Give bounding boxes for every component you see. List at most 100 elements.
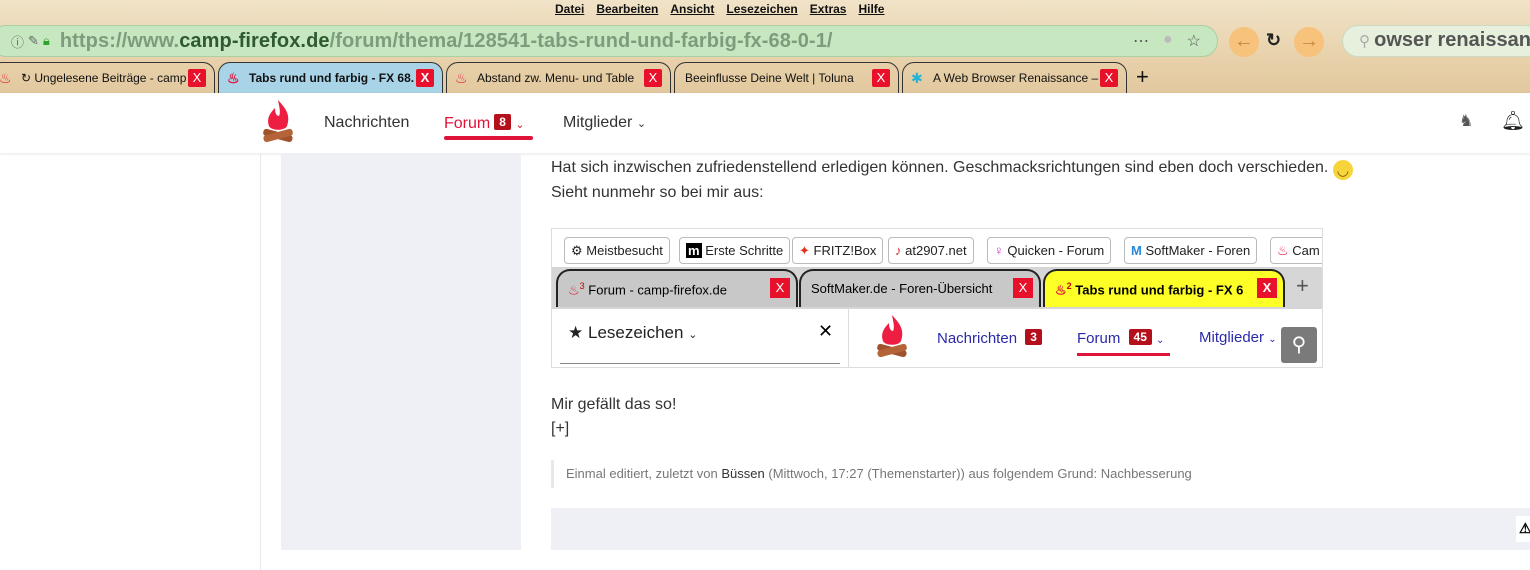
bell-icon[interactable]: 🔔︎	[1501, 109, 1525, 133]
close-tab-icon[interactable]: X	[188, 69, 206, 87]
menu-ansicht[interactable]: Ansicht	[670, 2, 714, 16]
bookmark-erste-schritte: m Erste Schritte	[679, 237, 791, 264]
menu-bar: Datei Bearbeiten Ansicht Lesezeichen Ext…	[555, 2, 884, 16]
inner-active-indicator	[1077, 353, 1170, 356]
inner-nav-label: Nachrichten	[937, 330, 1018, 347]
nav-mitglieder-label: Mitglieder	[563, 114, 633, 131]
edit-user-link[interactable]: Büssen	[721, 466, 764, 481]
search-input[interactable]: ⚲ owser renaissan	[1342, 25, 1530, 57]
camp-firefox-logo-icon[interactable]	[261, 98, 295, 146]
url-domain: camp-firefox.de	[179, 29, 330, 52]
edit-note: Einmal editiert, zuletzt von Büssen (Mit…	[551, 460, 1192, 488]
camp-firefox-logo-icon	[877, 315, 907, 358]
menu-extras[interactable]: Extras	[810, 2, 847, 16]
bookmark-label: Quicken - Forum	[1007, 243, 1105, 258]
nav-forum-label: Forum	[444, 115, 491, 132]
user-avatar-icon[interactable]: ♞	[1459, 111, 1473, 131]
close-tab-icon[interactable]: X	[416, 69, 434, 87]
inner-tab-label: Forum - camp-firefox.de	[588, 282, 727, 298]
close-tab-icon: X	[770, 278, 790, 298]
tab-web-browser-renaissance[interactable]: ✱ A Web Browser Renaissance – X	[902, 62, 1127, 93]
close-tab-icon: X	[1257, 278, 1277, 298]
tab-badge: 3	[579, 281, 585, 291]
site-header: Nachrichten Forum 8 ⌄ Mitglieder ⌄ ♞ 🔔︎	[0, 93, 1530, 153]
tab-strip: ♨ ↻ Ungelesene Beiträge - camp X ♨ Tabs run…	[0, 62, 1530, 93]
puzzle-favicon-icon: ✱	[911, 70, 923, 86]
sidebar-divider	[260, 153, 261, 570]
page-actions-icon[interactable]: ⋯	[1133, 31, 1149, 51]
edit-note-prefix: Einmal editiert, zuletzt von	[566, 466, 718, 481]
inner-tab-strip: ♨3 Forum - camp-firefox.de X SoftMaker.de…	[552, 267, 1322, 309]
sidebar-title-text: Lesezeichen	[587, 323, 684, 342]
close-tab-icon[interactable]: X	[872, 69, 890, 87]
forward-button[interactable]: →	[1294, 27, 1324, 57]
inner-tab-softmaker: SoftMaker.de - Foren-Übersicht X	[799, 269, 1041, 307]
chevron-down-icon: ⌄	[1268, 334, 1277, 345]
report-icon[interactable]: ⚠	[1516, 516, 1530, 542]
bookmark-star-icon[interactable]: ☆	[1187, 31, 1201, 51]
permissions-icon[interactable]: ✎	[28, 33, 39, 49]
camp-firefox-favicon-icon: ♨	[1277, 243, 1289, 258]
menu-hilfe[interactable]: Hilfe	[858, 2, 884, 16]
inner-badge: 3	[1025, 329, 1042, 345]
close-tab-icon: X	[1013, 278, 1033, 298]
expand-toggle[interactable]: [+]	[551, 420, 569, 438]
url-prefix: https://www.	[59, 29, 180, 52]
smiley-icon: ◡	[1332, 160, 1353, 180]
search-icon: ⚲	[1359, 33, 1375, 50]
post-line-1: Hat sich inzwischen zufriedenstellend er…	[551, 159, 1353, 180]
search-icon: ⚲	[1281, 327, 1317, 363]
new-tab-icon: +	[1296, 273, 1309, 298]
bookmark-label: at2907.net	[905, 243, 967, 258]
url-text[interactable]: https://www.camp-firefox.de/forum/thema/…	[60, 30, 833, 53]
new-tab-button[interactable]: +	[1136, 64, 1149, 90]
inner-site-header: Nachrichten 3 Forum 45 ⌄ Mitglieder ⌄ ⚲	[849, 309, 1322, 367]
forum-badge: 8	[494, 114, 511, 130]
close-icon: ✕	[818, 321, 834, 341]
tab-abstand[interactable]: ♨ Abstand zw. Menu- und Table X	[446, 62, 671, 93]
camp-favicon-icon: ♨	[568, 282, 580, 298]
bookmark-softmaker: M SoftMaker - Foren	[1124, 237, 1258, 264]
reload-button[interactable]: ↻	[1266, 30, 1281, 51]
embedded-screenshot[interactable]: ⚙ Meistbesucht m Erste Schritte ✦ FRITZ!…	[551, 228, 1323, 368]
inner-tab-forum: ♨3 Forum - camp-firefox.de X	[556, 269, 798, 307]
camp-firefox-favicon-icon: ♨	[227, 70, 240, 86]
tab-ungelesene[interactable]: ♨ ↻ Ungelesene Beiträge - camp X	[0, 62, 215, 93]
inner-nav-label: Forum	[1077, 330, 1121, 347]
menu-datei[interactable]: Datei	[555, 2, 584, 16]
chevron-down-icon: ⌄	[688, 329, 698, 341]
bookmark-quicken: ♀ Quicken - Forum	[987, 237, 1112, 264]
url-bar[interactable]: ⓘ ✎ 🔒︎ https://www.camp-firefox.de/forum…	[0, 25, 1218, 57]
pocket-icon[interactable]: ●	[1163, 31, 1173, 51]
bookmark-at2907: ♪ at2907.net	[888, 237, 974, 264]
tab-toluna[interactable]: Beeinflusse Deine Welt | Toluna X	[674, 62, 899, 93]
close-tab-icon[interactable]: X	[1100, 69, 1118, 87]
close-tab-icon[interactable]: X	[644, 69, 662, 87]
inner-nav-nachrichten: Nachrichten 3	[937, 329, 1042, 347]
nav-forum[interactable]: Forum 8 ⌄	[444, 114, 525, 133]
at2907-icon: ♪	[895, 243, 902, 258]
camp-firefox-favicon-icon: ♨	[455, 70, 468, 86]
info-icon[interactable]: ⓘ	[11, 32, 24, 51]
menu-bearbeiten[interactable]: Bearbeiten	[596, 2, 658, 16]
nav-mitglieder[interactable]: Mitglieder ⌄	[563, 114, 646, 132]
chevron-down-icon: ⌄	[515, 119, 525, 131]
nav-nachrichten[interactable]: Nachrichten	[324, 114, 409, 132]
m-icon: m	[686, 243, 702, 258]
back-button[interactable]: ←	[1229, 27, 1259, 57]
inner-badge: 45	[1128, 329, 1152, 345]
chevron-down-icon: ⌄	[636, 118, 647, 130]
inner-tab-label: Tabs rund und farbig - FX 6	[1075, 282, 1244, 298]
divider	[560, 363, 840, 364]
tab-label: Abstand zw. Menu- und Table	[477, 71, 635, 85]
search-value: owser renaissan	[1374, 29, 1530, 51]
menu-lesezeichen[interactable]: Lesezeichen	[726, 2, 797, 16]
tab-tabs-rund[interactable]: ♨ Tabs rund und farbig - FX 68. X	[218, 62, 443, 93]
edit-note-suffix: (Mittwoch, 17:27 (Themenstarter)) aus fo…	[768, 466, 1192, 481]
chevron-down-icon: ⌄	[1156, 335, 1165, 346]
camp-firefox-favicon-icon: ♨	[0, 70, 12, 86]
tab-label: A Web Browser Renaissance –	[933, 71, 1099, 85]
bookmark-meistbesucht: ⚙ Meistbesucht	[564, 237, 670, 264]
inner-tab-tabs-rund: ♨2 Tabs rund und farbig - FX 6 X	[1043, 269, 1285, 307]
camp-favicon-icon: ♨	[1055, 282, 1067, 298]
